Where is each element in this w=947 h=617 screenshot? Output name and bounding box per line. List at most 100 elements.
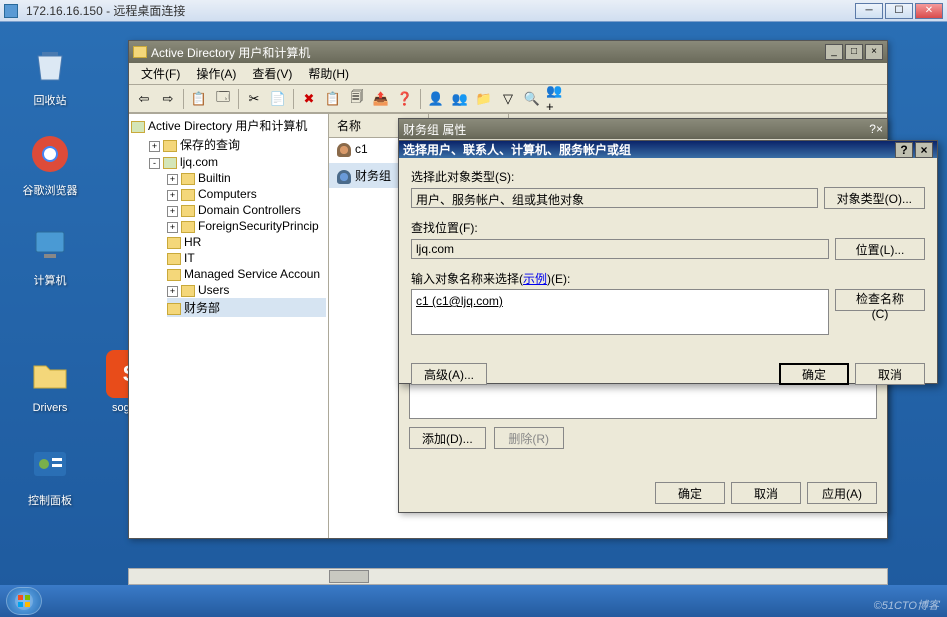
- desktop-recycle-bin[interactable]: 回收站: [15, 40, 85, 108]
- folder-icon: [167, 269, 181, 281]
- object-name-input[interactable]: c1 (c1@ljq.com): [411, 289, 829, 335]
- sel-close-button[interactable]: ×: [915, 142, 933, 158]
- object-type-label: 选择此对象类型(S):: [411, 168, 925, 185]
- prop-help-button[interactable]: ?: [869, 122, 876, 136]
- new-ou-icon[interactable]: 📁: [473, 88, 495, 110]
- example-link[interactable]: 示例: [523, 272, 547, 286]
- prop-close-button[interactable]: ×: [876, 122, 883, 136]
- tree-it[interactable]: IT: [167, 250, 326, 266]
- tree-msa[interactable]: Managed Service Accoun: [167, 266, 326, 282]
- computer-icon: [26, 220, 74, 268]
- tree-saved-queries[interactable]: +保存的查询: [149, 135, 326, 154]
- prop-cancel-button[interactable]: 取消: [731, 482, 801, 504]
- select-titlebar[interactable]: 选择用户、联系人、计算机、服务帐户或组 ? ×: [399, 141, 937, 158]
- tree-users[interactable]: +Users: [167, 282, 326, 298]
- sel-cancel-button[interactable]: 取消: [855, 363, 925, 385]
- add-to-group-icon[interactable]: 👥+: [545, 88, 567, 110]
- up-button[interactable]: 📋: [188, 88, 210, 110]
- ad-minimize-button[interactable]: _: [825, 44, 843, 60]
- new-user-icon[interactable]: 👤: [425, 88, 447, 110]
- object-type-button[interactable]: 对象类型(O)...: [824, 187, 925, 209]
- tree-computers[interactable]: +Computers: [167, 186, 326, 202]
- collapse-icon[interactable]: -: [149, 158, 160, 169]
- find-icon[interactable]: 🔍: [521, 88, 543, 110]
- prop-apply-button[interactable]: 应用(A): [807, 482, 877, 504]
- expand-icon[interactable]: +: [149, 141, 160, 152]
- minimize-button[interactable]: ─: [855, 3, 883, 19]
- ad-toolbar: ⇦ ⇨ 📋 🗔 ✂ 📄 ✖ 📋 🗐 📤 ❓ 👤 👥 📁 ▽ 🔍 👥+: [129, 85, 887, 113]
- rdp-title: 172.16.16.150 - 远程桌面连接: [22, 2, 853, 19]
- group-icon: [337, 170, 351, 184]
- refresh-button[interactable]: 🗐: [346, 88, 368, 110]
- tree-builtin[interactable]: +Builtin: [167, 170, 326, 186]
- copy-button[interactable]: 📄: [267, 88, 289, 110]
- properties-title: 财务组 属性: [403, 121, 869, 138]
- tree-fsp[interactable]: +ForeignSecurityPrincip: [167, 218, 326, 234]
- object-name-label: 输入对象名称来选择(示例)(E):: [411, 270, 925, 287]
- start-button[interactable]: [6, 587, 42, 615]
- tree-hr[interactable]: HR: [167, 234, 326, 250]
- ad-root-icon: [131, 121, 145, 133]
- folder-icon: [26, 350, 74, 398]
- add-button[interactable]: 添加(D)...: [409, 427, 486, 449]
- cut-button[interactable]: ✂: [243, 88, 265, 110]
- tree-root[interactable]: Active Directory 用户和计算机: [131, 116, 326, 135]
- ad-menubar: 文件(F) 操作(A) 查看(V) 帮助(H): [129, 63, 887, 85]
- expand-icon[interactable]: +: [167, 286, 178, 297]
- user-icon: [337, 143, 351, 157]
- export-button[interactable]: 📤: [370, 88, 392, 110]
- folder-icon: [181, 173, 195, 185]
- folder-icon: [163, 140, 177, 152]
- close-button[interactable]: ✕: [915, 3, 943, 19]
- expand-icon[interactable]: +: [167, 174, 178, 185]
- new-group-icon[interactable]: 👥: [449, 88, 471, 110]
- ou-icon: [167, 253, 181, 265]
- ad-titlebar[interactable]: Active Directory 用户和计算机 _ □ ×: [129, 41, 887, 63]
- delete-button[interactable]: ✖: [298, 88, 320, 110]
- recycle-bin-icon: [26, 40, 74, 88]
- desktop-chrome[interactable]: 谷歌浏览器: [15, 130, 85, 198]
- ou-icon: [167, 303, 181, 315]
- help-button[interactable]: ❓: [394, 88, 416, 110]
- ou-icon: [167, 237, 181, 249]
- chrome-icon: [26, 130, 74, 178]
- location-value: ljq.com: [411, 239, 829, 259]
- location-button[interactable]: 位置(L)...: [835, 238, 925, 260]
- ad-maximize-button[interactable]: □: [845, 44, 863, 60]
- prop-ok-button[interactable]: 确定: [655, 482, 725, 504]
- ad-horizontal-scrollbar[interactable]: [128, 568, 888, 585]
- desktop-computer[interactable]: 计算机: [15, 220, 85, 288]
- ad-title-text: Active Directory 用户和计算机: [151, 44, 823, 61]
- expand-icon[interactable]: +: [167, 190, 178, 201]
- properties-titlebar[interactable]: 财务组 属性 ? ×: [399, 119, 887, 139]
- sel-help-button[interactable]: ?: [895, 142, 913, 158]
- check-names-button[interactable]: 检查名称(C): [835, 289, 925, 311]
- scrollbar-thumb[interactable]: [329, 570, 369, 583]
- ad-close-button[interactable]: ×: [865, 44, 883, 60]
- taskbar: [0, 585, 947, 617]
- watermark: ©51CTO博客: [874, 597, 939, 613]
- advanced-button[interactable]: 高级(A)...: [411, 363, 487, 385]
- desktop-drivers[interactable]: Drivers: [15, 350, 85, 414]
- tree-finance[interactable]: 财务部: [167, 298, 326, 317]
- menu-help[interactable]: 帮助(H): [300, 63, 357, 84]
- sel-ok-button[interactable]: 确定: [779, 363, 849, 385]
- remove-button[interactable]: 删除(R): [494, 427, 564, 449]
- folder-icon: [181, 205, 195, 217]
- back-button[interactable]: ⇦: [133, 88, 155, 110]
- menu-view[interactable]: 查看(V): [244, 63, 300, 84]
- expand-icon[interactable]: +: [167, 206, 178, 217]
- show-hide-button[interactable]: 🗔: [212, 88, 234, 110]
- properties-button[interactable]: 📋: [322, 88, 344, 110]
- desktop-control-panel[interactable]: 控制面板: [15, 440, 85, 508]
- folder-icon: [181, 221, 195, 233]
- menu-file[interactable]: 文件(F): [133, 63, 188, 84]
- maximize-button[interactable]: ☐: [885, 3, 913, 19]
- menu-action[interactable]: 操作(A): [188, 63, 244, 84]
- tree-pane[interactable]: Active Directory 用户和计算机 +保存的查询 -ljq.com …: [129, 114, 329, 538]
- forward-button[interactable]: ⇨: [157, 88, 179, 110]
- expand-icon[interactable]: +: [167, 222, 178, 233]
- filter-icon[interactable]: ▽: [497, 88, 519, 110]
- tree-domain-controllers[interactable]: +Domain Controllers: [167, 202, 326, 218]
- tree-domain[interactable]: -ljq.com: [149, 154, 326, 170]
